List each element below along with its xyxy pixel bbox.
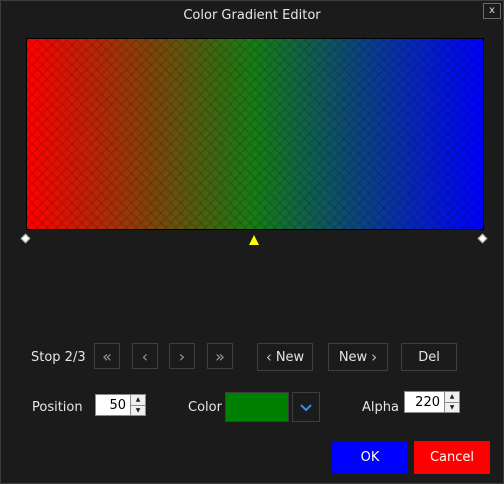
first-stop-button[interactable]: « [94,343,120,369]
new-stop-before-label: New [275,349,305,365]
alpha-label: Alpha [362,400,399,415]
position-spinbox[interactable]: 50 ▲ ▼ [95,394,146,416]
gradient-preview[interactable] [26,38,484,230]
new-stop-before-button[interactable]: ‹ New [257,343,313,371]
chevron-left-icon: ‹ [265,348,272,366]
chevron-left-icon: ‹ [141,346,149,366]
spin-down-icon[interactable]: ▼ [131,404,145,415]
next-stop-button[interactable]: › [169,343,195,369]
position-value[interactable]: 50 [96,398,130,413]
new-stop-after-label: New [338,349,368,365]
color-dropdown-button[interactable] [292,392,320,422]
double-chevron-left-icon: « [102,346,112,366]
close-button[interactable]: x [483,3,501,19]
cancel-button[interactable]: Cancel [414,441,490,474]
gradient-stop-1-marker[interactable] [20,233,31,244]
new-stop-after-button[interactable]: New › [328,343,388,371]
window-title: Color Gradient Editor [183,7,321,23]
color-label: Color [188,400,222,415]
last-stop-button[interactable]: » [207,343,233,369]
gradient-stop-3-marker[interactable] [477,233,488,244]
spin-up-icon[interactable]: ▲ [445,392,459,402]
spin-up-icon[interactable]: ▲ [131,395,145,405]
chevron-down-icon [300,403,312,411]
alpha-spin-arrows[interactable]: ▲ ▼ [444,392,459,412]
previous-stop-button[interactable]: ‹ [132,343,158,369]
stop-indicator: Stop 2/3 [31,350,86,365]
title-bar: Color Gradient Editor x [1,1,503,29]
gradient-editor-window: Color Gradient Editor x Stop 2/3 « ‹ › »… [0,0,504,484]
double-chevron-right-icon: » [215,346,225,366]
color-swatch[interactable] [225,392,289,422]
position-spin-arrows[interactable]: ▲ ▼ [130,395,145,415]
chevron-right-icon: › [178,346,186,366]
delete-stop-button[interactable]: Del [401,343,457,371]
alpha-spinbox[interactable]: 220 ▲ ▼ [404,391,460,413]
alpha-value[interactable]: 220 [405,395,444,410]
position-label: Position [32,400,83,415]
spin-down-icon[interactable]: ▼ [445,401,459,412]
ok-button[interactable]: OK [332,441,408,474]
chevron-right-icon: › [371,348,378,366]
gradient-stop-2-marker[interactable] [249,235,259,245]
